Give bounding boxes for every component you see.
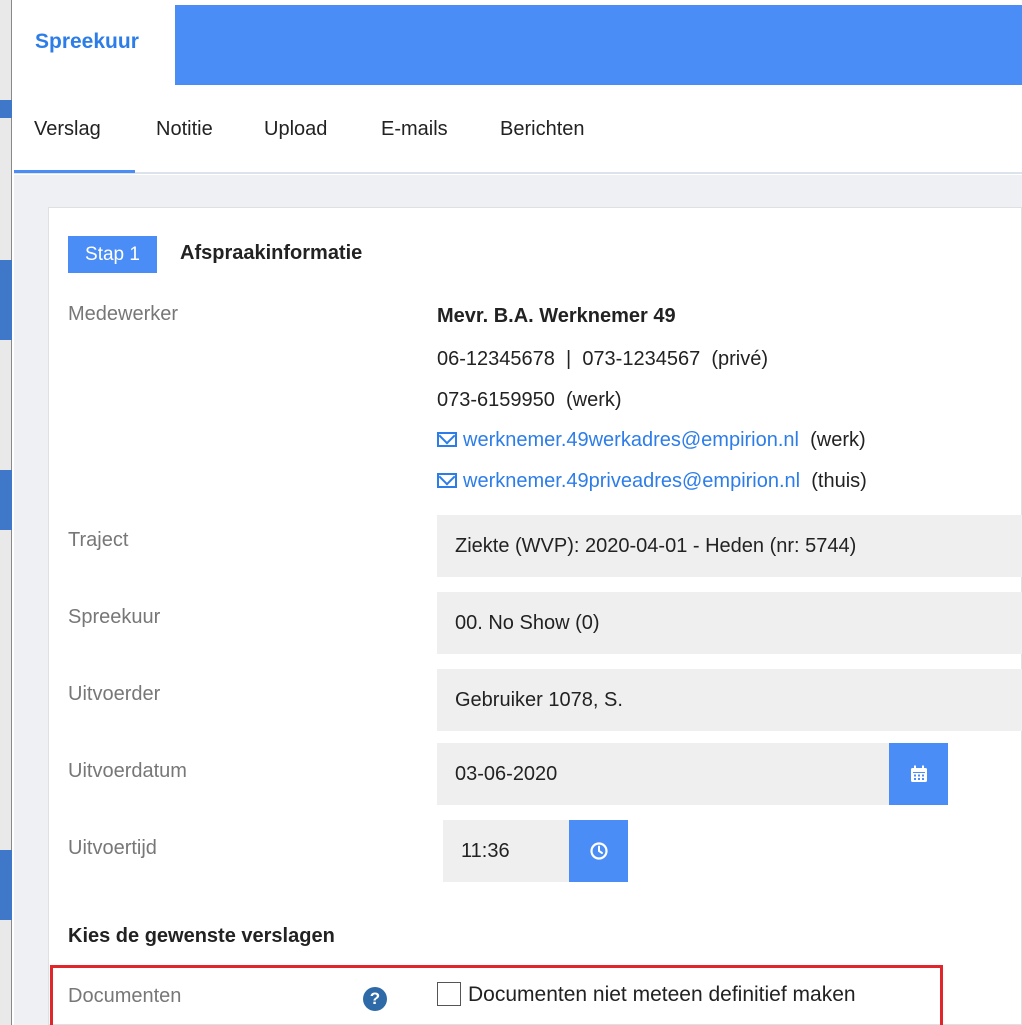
app-header: Spreekuur [14,5,1022,85]
window-edge [0,0,12,1025]
calendar-icon [910,765,927,782]
uitvoertijd-label: Uitvoertijd [68,837,157,859]
spreekuur-label: Spreekuur [68,606,161,628]
uitvoertijd-input[interactable]: 11:36 [443,820,570,882]
tab-berichten[interactable]: Berichten [500,118,585,141]
uitvoerder-field[interactable]: Gebruiker 1078, S. [437,669,1022,731]
reports-section-title: Kies de gewenste verslagen [68,925,335,947]
step-badge: Stap 1 [68,236,157,273]
clock-button[interactable] [569,820,628,882]
uitvoerdatum-input[interactable]: 03-06-2020 [437,743,890,805]
email-home-link[interactable]: werknemer.49priveadres@empirion.nl [463,470,800,492]
envelope-icon [437,473,457,488]
email-home-row: werknemer.49priveadres@empirion.nl (thui… [437,470,867,493]
uitvoerder-value: Gebruiker 1078, S. [455,688,623,711]
calendar-button[interactable] [889,743,948,805]
uitvoertijd-value: 11:36 [461,839,510,862]
edge-marker [0,470,12,530]
employee-work-phone: 073-6159950 (werk) [437,389,622,411]
tab-notitie[interactable]: Notitie [156,118,213,141]
clock-icon [589,842,608,860]
spreekuur-value: 00. No Show (0) [455,611,600,634]
edge-marker [0,260,12,340]
header-title: Spreekuur [35,30,139,53]
documents-not-final-label[interactable]: Documenten niet meteen definitief maken [468,983,856,1007]
uitvoerdatum-value: 03-06-2020 [455,762,558,785]
employee-name-text: Mevr. B.A. Werknemer 49 [437,305,676,327]
active-tab-indicator [14,170,135,173]
documents-not-final-checkbox[interactable] [437,982,461,1006]
tab-verslag[interactable]: Verslag [34,118,101,141]
uitvoerdatum-label: Uitvoerdatum [68,760,187,782]
employee-name: Mevr. B.A. Werknemer 49 [437,305,676,328]
traject-field[interactable]: Ziekte (WVP): 2020-04-01 - Heden (nr: 57… [437,515,1022,577]
email-home-tag: (thuis) [811,470,867,492]
uitvoerder-label: Uitvoerder [68,683,161,705]
edge-marker [0,100,12,118]
tab-upload[interactable]: Upload [264,118,327,141]
tab-bar: Verslag Notitie Upload E-mails Berichten [14,90,1022,174]
header-bar [175,5,1022,85]
envelope-icon [437,432,457,447]
tab-e-mails[interactable]: E-mails [381,118,448,141]
employee-phone-line: 06-12345678 | 073-1234567 (privé) [437,348,768,370]
employee-label: Medewerker [68,303,179,325]
email-work-row: werknemer.49werkadres@empirion.nl (werk) [437,429,866,452]
documents-label: Documenten [68,985,182,1007]
header-tab[interactable]: Spreekuur [14,5,175,85]
traject-value: Ziekte (WVP): 2020-04-01 - Heden (nr: 57… [455,534,857,557]
email-work-tag: (werk) [810,429,866,451]
edge-marker [0,850,12,920]
email-work-link[interactable]: werknemer.49werkadres@empirion.nl [463,429,799,451]
step-title: Afspraakinformatie [180,242,363,264]
help-icon[interactable]: ? [363,987,387,1011]
spreekuur-field[interactable]: 00. No Show (0) [437,592,1022,654]
traject-label: Traject [68,529,129,551]
